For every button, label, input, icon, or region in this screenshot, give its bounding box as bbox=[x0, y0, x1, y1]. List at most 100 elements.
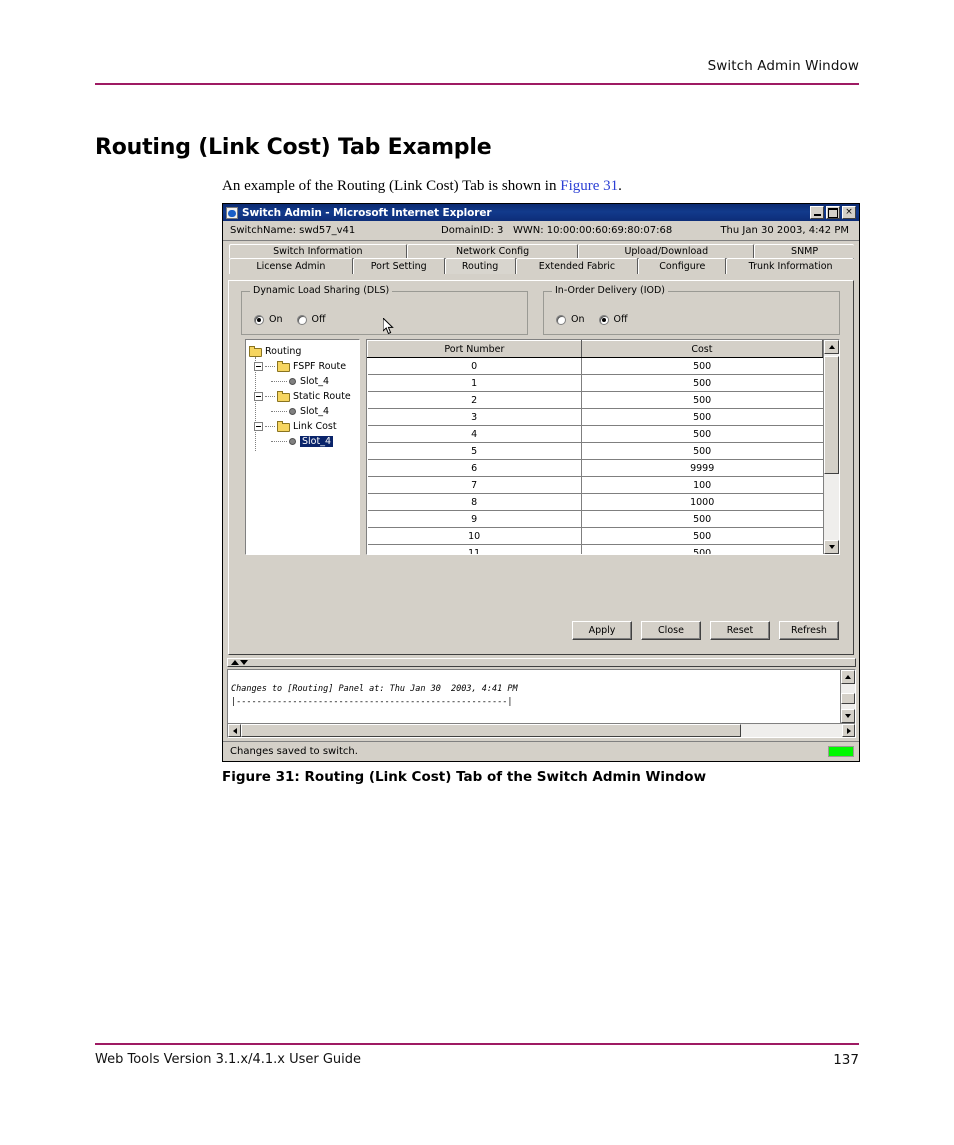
table-row[interactable]: 5 500 bbox=[367, 442, 823, 460]
cell-cost[interactable]: 500 bbox=[581, 510, 823, 528]
log-text-area[interactable]: Changes to [Routing] Panel at: Thu Jan 3… bbox=[228, 670, 840, 723]
close-button[interactable]: × bbox=[842, 206, 856, 219]
iod-groupbox: In-Order Delivery (IOD) On Off bbox=[543, 285, 840, 335]
log-scroll-down-button[interactable] bbox=[841, 709, 855, 723]
iod-on-radio[interactable]: On bbox=[556, 314, 585, 325]
log-scrollbar-thumb[interactable] bbox=[841, 693, 855, 704]
cell-cost[interactable]: 500 bbox=[581, 357, 823, 375]
table-row[interactable]: 0 500 bbox=[367, 357, 823, 375]
tree-node-fspf-route[interactable]: FSPF Route bbox=[249, 359, 359, 374]
leaf-node-icon bbox=[289, 438, 296, 445]
cell-cost[interactable]: 500 bbox=[581, 391, 823, 409]
cell-cost[interactable]: 500 bbox=[581, 408, 823, 426]
collapse-expander-icon[interactable] bbox=[254, 392, 263, 401]
tab-trunk-information[interactable]: Trunk Information bbox=[726, 258, 854, 274]
cell-cost[interactable]: 9999 bbox=[581, 459, 823, 477]
panel-splitter[interactable] bbox=[227, 658, 856, 667]
table-header: Port Number Cost bbox=[367, 340, 823, 358]
maximize-button[interactable] bbox=[826, 206, 840, 219]
cell-port-number: 10 bbox=[367, 527, 582, 545]
tree-node-fspf-slot4[interactable]: Slot_4 bbox=[249, 374, 359, 389]
radio-selected-icon bbox=[598, 314, 609, 325]
tab-port-setting[interactable]: Port Setting bbox=[352, 258, 445, 274]
dls-off-radio[interactable]: Off bbox=[296, 314, 326, 325]
table-scroll-area[interactable]: Port Number Cost 0 500 1 500 2 500 3 500 4 500 5 50… bbox=[367, 340, 823, 554]
log-scroll-up-button[interactable] bbox=[841, 670, 855, 684]
table-row[interactable]: 8 1000 bbox=[367, 493, 823, 511]
internet-explorer-icon bbox=[226, 206, 238, 219]
table-row[interactable]: 6 9999 bbox=[367, 459, 823, 477]
tab-upload-download[interactable]: Upload/Download bbox=[578, 244, 755, 259]
scroll-up-button[interactable] bbox=[824, 340, 839, 354]
collapse-expander-icon[interactable] bbox=[254, 422, 263, 431]
tab-network-config[interactable]: Network Config bbox=[406, 244, 579, 259]
cell-cost[interactable]: 500 bbox=[581, 425, 823, 443]
log-hscrollbar-thumb[interactable] bbox=[241, 724, 741, 737]
cell-cost[interactable]: 100 bbox=[581, 476, 823, 494]
log-scroll-right-button[interactable] bbox=[842, 724, 855, 737]
tree-node-routing[interactable]: Routing bbox=[249, 344, 359, 359]
tab-routing[interactable]: Routing bbox=[444, 258, 516, 274]
table-row[interactable]: 2 500 bbox=[367, 391, 823, 409]
log-line-1: Changes to [Routing] Panel at: Thu Jan 3… bbox=[231, 684, 518, 694]
tree-node-label: Slot_4 bbox=[300, 405, 330, 417]
tab-configure[interactable]: Configure bbox=[638, 258, 727, 274]
tab-extended-fabric[interactable]: Extended Fabric bbox=[515, 258, 639, 274]
cell-cost[interactable]: 500 bbox=[581, 374, 823, 392]
tree-node-link-cost[interactable]: Link Cost bbox=[249, 419, 359, 434]
iod-radio-group: On Off bbox=[556, 314, 628, 325]
tab-snmp[interactable]: SNMP bbox=[754, 244, 854, 259]
table-row[interactable]: 10 500 bbox=[367, 527, 823, 545]
iod-off-radio[interactable]: Off bbox=[598, 314, 628, 325]
table-row[interactable]: 3 500 bbox=[367, 408, 823, 426]
reset-button[interactable]: Reset bbox=[710, 621, 770, 640]
cell-port-number: 5 bbox=[367, 442, 582, 460]
table-row[interactable]: 4 500 bbox=[367, 425, 823, 443]
column-header-cost[interactable]: Cost bbox=[580, 340, 823, 358]
cell-cost[interactable]: 500 bbox=[581, 442, 823, 460]
tab-switch-information[interactable]: Switch Information bbox=[229, 244, 407, 259]
log-horizontal-scrollbar[interactable] bbox=[228, 723, 855, 737]
close-action-button[interactable]: Close bbox=[641, 621, 701, 640]
log-scrollbar-track[interactable] bbox=[841, 684, 855, 709]
tree-node-static-route[interactable]: Static Route bbox=[249, 389, 359, 404]
table-row[interactable]: 11 500 bbox=[367, 544, 823, 554]
table-row[interactable]: 1 500 bbox=[367, 374, 823, 392]
tab-license-admin[interactable]: License Admin bbox=[229, 258, 353, 274]
status-message: Changes saved to switch. bbox=[230, 746, 358, 757]
cell-cost[interactable]: 1000 bbox=[581, 493, 823, 511]
routing-tree[interactable]: Routing FSPF Route Slot_4 Static Route S… bbox=[245, 339, 360, 555]
window-title: Switch Admin - Microsoft Internet Explor… bbox=[242, 206, 492, 219]
scrollbar-track[interactable] bbox=[824, 354, 839, 540]
window-titlebar[interactable]: Switch Admin - Microsoft Internet Explor… bbox=[223, 204, 859, 221]
log-scroll-left-button[interactable] bbox=[228, 724, 241, 737]
figure-cross-reference-link[interactable]: Figure 31 bbox=[560, 178, 618, 194]
log-hscrollbar-track[interactable] bbox=[741, 724, 842, 737]
tree-node-static-slot4[interactable]: Slot_4 bbox=[249, 404, 359, 419]
minimize-button[interactable] bbox=[810, 206, 824, 219]
figure-caption: Figure 31: Routing (Link Cost) Tab of th… bbox=[222, 769, 707, 785]
table-row[interactable]: 9 500 bbox=[367, 510, 823, 528]
cell-port-number: 7 bbox=[367, 476, 582, 494]
dls-on-radio[interactable]: On bbox=[254, 314, 283, 325]
action-button-row: Apply Close Reset Refresh bbox=[572, 621, 839, 640]
cell-cost[interactable]: 500 bbox=[581, 544, 823, 554]
scrollbar-thumb[interactable] bbox=[824, 356, 839, 474]
table-row[interactable]: 7 100 bbox=[367, 476, 823, 494]
splitter-up-icon[interactable] bbox=[231, 660, 239, 665]
table-vertical-scrollbar[interactable] bbox=[823, 340, 839, 554]
cell-port-number: 4 bbox=[367, 425, 582, 443]
apply-button[interactable]: Apply bbox=[572, 621, 632, 640]
scroll-down-button[interactable] bbox=[824, 540, 839, 554]
cell-cost[interactable]: 500 bbox=[581, 527, 823, 545]
tree-connector bbox=[265, 395, 275, 398]
refresh-button[interactable]: Refresh bbox=[779, 621, 839, 640]
arrow-up-icon bbox=[828, 345, 835, 349]
tree-node-link-cost-slot4[interactable]: Slot_4 bbox=[249, 434, 359, 449]
column-header-port-number[interactable]: Port Number bbox=[367, 340, 582, 358]
domain-id-label: DomainID: 3 bbox=[441, 225, 504, 236]
collapse-expander-icon[interactable] bbox=[254, 362, 263, 371]
cell-port-number: 11 bbox=[367, 544, 582, 554]
splitter-down-icon[interactable] bbox=[240, 660, 248, 665]
log-vertical-scrollbar[interactable] bbox=[840, 670, 855, 723]
